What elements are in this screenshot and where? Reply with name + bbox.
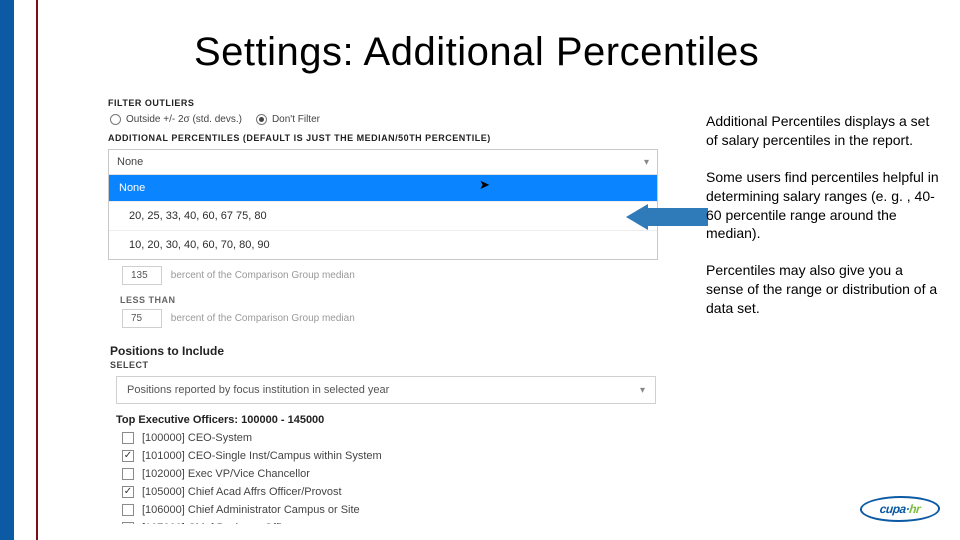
position-item-label: [101000] CEO-Single Inst/Campus within S…: [142, 450, 382, 462]
dropdown-option-none[interactable]: None ➤: [109, 175, 657, 201]
percentiles-dropdown[interactable]: None ▾ None ➤ 20, 25, 33, 40, 60, 67 75,…: [108, 149, 658, 260]
positions-dropdown[interactable]: Positions reported by focus institution …: [116, 376, 656, 404]
description-paragraph: Some users find percentiles helpful in d…: [706, 168, 944, 244]
position-checklist: [100000] CEO-System [101000] CEO-Single I…: [102, 432, 664, 524]
description-panel: Additional Percentiles displays a set of…: [706, 112, 944, 336]
description-paragraph: Additional Percentiles displays a set of…: [706, 112, 944, 150]
radio-icon: [110, 114, 121, 125]
checkbox-icon: [122, 468, 134, 480]
checkbox-icon: [122, 432, 134, 444]
logo-brand: cupa: [879, 502, 906, 516]
checkbox-icon: [122, 522, 134, 524]
settings-screenshot: FILTER OUTLIERS Outside +/- 2σ (std. dev…: [102, 94, 664, 524]
chevron-down-icon: ▾: [640, 385, 645, 396]
position-item-label: [100000] CEO-System: [142, 432, 252, 444]
chevron-down-icon: ▾: [644, 157, 649, 168]
select-label: SELECT: [110, 360, 664, 370]
dropdown-current: None: [117, 156, 143, 168]
dropdown-option-set-2[interactable]: 10, 20, 30, 40, 60, 70, 80, 90: [109, 230, 657, 259]
radio-dont-filter[interactable]: Don't Filter: [256, 114, 320, 125]
callout-arrow-icon: [626, 204, 708, 232]
greater-input[interactable]: 135: [122, 266, 162, 285]
position-item-label: [107000] Chief Business Officer: [142, 522, 297, 524]
page-title: Settings: Additional Percentiles: [194, 30, 914, 75]
radio-outside-2sigma[interactable]: Outside +/- 2σ (std. devs.): [110, 114, 242, 125]
position-item[interactable]: [101000] CEO-Single Inst/Campus within S…: [122, 450, 656, 462]
additional-percentiles-header: ADDITIONAL PERCENTILES (DEFAULT IS JUST …: [108, 133, 664, 143]
radio-label: Don't Filter: [272, 114, 320, 125]
less-input[interactable]: 75: [122, 309, 162, 328]
position-item-label: [105000] Chief Acad Affrs Officer/Provos…: [142, 486, 342, 498]
position-item-label: [102000] Exec VP/Vice Chancellor: [142, 468, 310, 480]
logo-suffix: hr: [909, 502, 921, 516]
greater-suffix: bercent of the Comparison Group median: [171, 270, 355, 281]
dropdown-option-set-1[interactable]: 20, 25, 33, 40, 60, 67 75, 80: [109, 201, 657, 230]
greater-than-row: 135 bercent of the Comparison Group medi…: [122, 266, 658, 285]
less-suffix: bercent of the Comparison Group median: [171, 313, 355, 324]
option-label: None: [119, 182, 145, 194]
position-item[interactable]: [107000] Chief Business Officer: [122, 522, 656, 524]
checkbox-icon: [122, 504, 134, 516]
description-paragraph: Percentiles may also give you a sense of…: [706, 261, 944, 318]
checkbox-icon: [122, 486, 134, 498]
positions-dropdown-value: Positions reported by focus institution …: [127, 384, 389, 396]
radio-label: Outside +/- 2σ (std. devs.): [126, 114, 242, 125]
slide: Settings: Additional Percentiles FILTER …: [0, 0, 960, 540]
filter-outliers-radios: Outside +/- 2σ (std. devs.) Don't Filter: [110, 114, 664, 125]
position-item[interactable]: [100000] CEO-System: [122, 432, 656, 444]
positions-heading: Positions to Include: [110, 344, 664, 358]
cursor-icon: ➤: [479, 177, 490, 193]
filter-outliers-header: FILTER OUTLIERS: [108, 98, 664, 108]
less-than-row: 75 bercent of the Comparison Group media…: [122, 309, 658, 328]
cupa-hr-logo: cupa·hr: [860, 496, 940, 526]
checkbox-icon: [122, 450, 134, 462]
position-item[interactable]: [102000] Exec VP/Vice Chancellor: [122, 468, 656, 480]
dropdown-current-row: None ▾: [109, 150, 657, 175]
radio-icon: [256, 114, 267, 125]
accent-line: [36, 0, 38, 540]
position-group-header: Top Executive Officers: 100000 - 145000: [116, 414, 656, 426]
less-than-label: LESS THAN: [120, 295, 664, 305]
position-item[interactable]: [106000] Chief Administrator Campus or S…: [122, 504, 656, 516]
position-item-label: [106000] Chief Administrator Campus or S…: [142, 504, 360, 516]
position-item[interactable]: [105000] Chief Acad Affrs Officer/Provos…: [122, 486, 656, 498]
